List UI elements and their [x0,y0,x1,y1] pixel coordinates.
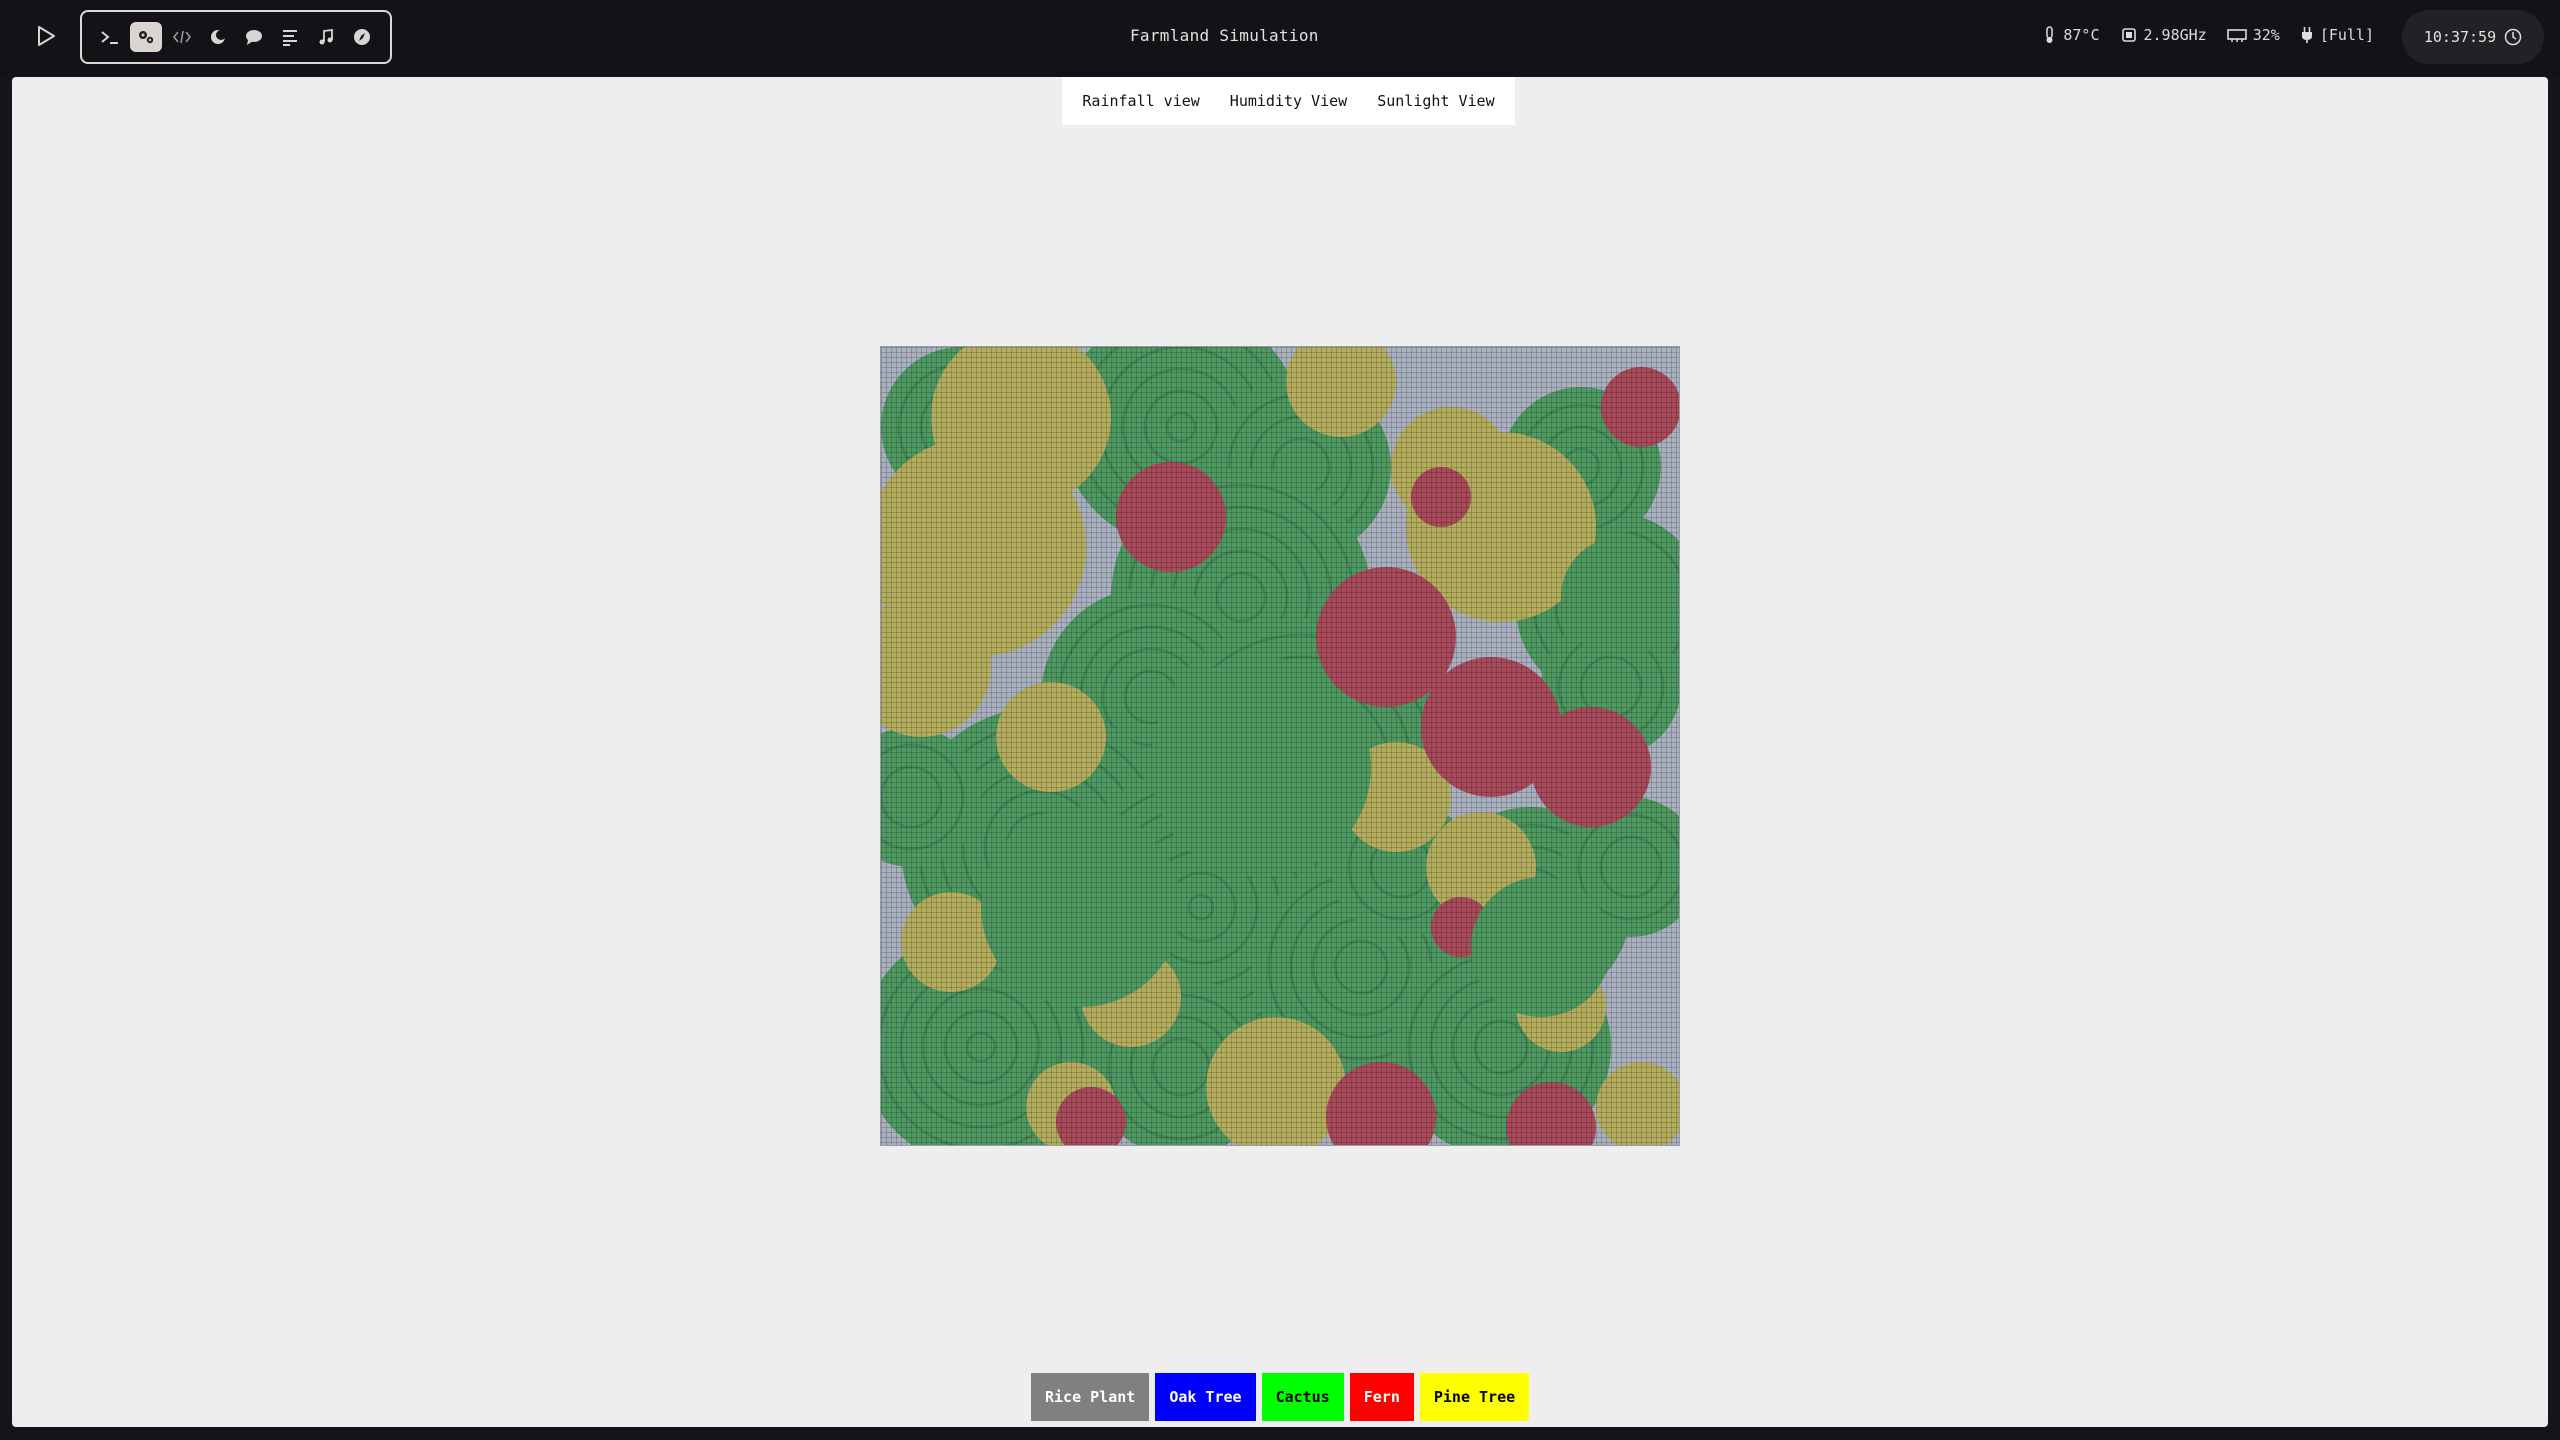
plug-icon [2301,27,2312,43]
tab-humidity-view[interactable]: Humidity View [1230,92,1347,110]
music-icon[interactable] [310,22,342,52]
clock-icon [2504,28,2522,46]
clock-time: 10:37:59 [2423,28,2497,46]
farmland-grid [881,347,1679,1145]
legend-fern[interactable]: Fern [1349,1373,1414,1421]
cpu-frequency: 2.98GHz [2143,26,2207,44]
list-icon[interactable] [274,22,306,52]
memory-icon [2226,29,2247,42]
cpu-icon [2121,28,2136,42]
clock[interactable]: 10:37:59 [2402,10,2544,64]
moon-icon[interactable] [202,22,234,52]
cpu-status: 2.98GHz [2120,26,2207,44]
chat-icon[interactable] [238,22,270,52]
window-title: Farmland Simulation [1130,26,1319,45]
grid-texture [881,347,1679,1145]
legend-pine-tree[interactable]: Pine Tree [1419,1373,1530,1421]
farmland-map[interactable] [880,346,1680,1146]
simulation-window: Rainfall view Humidity View Sunlight Vie… [12,77,2548,1427]
gears-icon[interactable] [130,22,162,52]
legend-rice-plant[interactable]: Rice Plant [1031,1373,1150,1421]
temperature-status: 87°C [2043,26,2100,44]
thermometer-icon [2046,26,2054,43]
legend-oak-tree[interactable]: Oak Tree [1155,1373,1256,1421]
top-bar: Farmland Simulation 87°C 2.98GHz 32% [Fu… [0,0,2560,76]
memory-status: 32% [2226,26,2280,44]
view-tabs: Rainfall view Humidity View Sunlight Vie… [1062,77,1515,125]
tab-rainfall-view[interactable]: Rainfall view [1082,92,1199,110]
battery-value: [Full] [2319,26,2374,44]
system-status: 87°C 2.98GHz 32% [Full] [2043,26,2374,44]
temperature-value: 87°C [2063,26,2100,44]
play-icon[interactable] [30,20,62,52]
compass-icon[interactable] [346,22,378,52]
memory-usage: 32% [2252,26,2280,44]
plant-legend: Rice Plant Oak Tree Cactus Fern Pine Tre… [1031,1373,1530,1421]
legend-cactus[interactable]: Cactus [1261,1373,1344,1421]
code-icon[interactable] [166,22,198,52]
tab-sunlight-view[interactable]: Sunlight View [1377,92,1494,110]
battery-status: [Full] [2300,26,2374,44]
terminal-icon[interactable] [94,22,126,52]
workspace-switcher [80,10,392,64]
